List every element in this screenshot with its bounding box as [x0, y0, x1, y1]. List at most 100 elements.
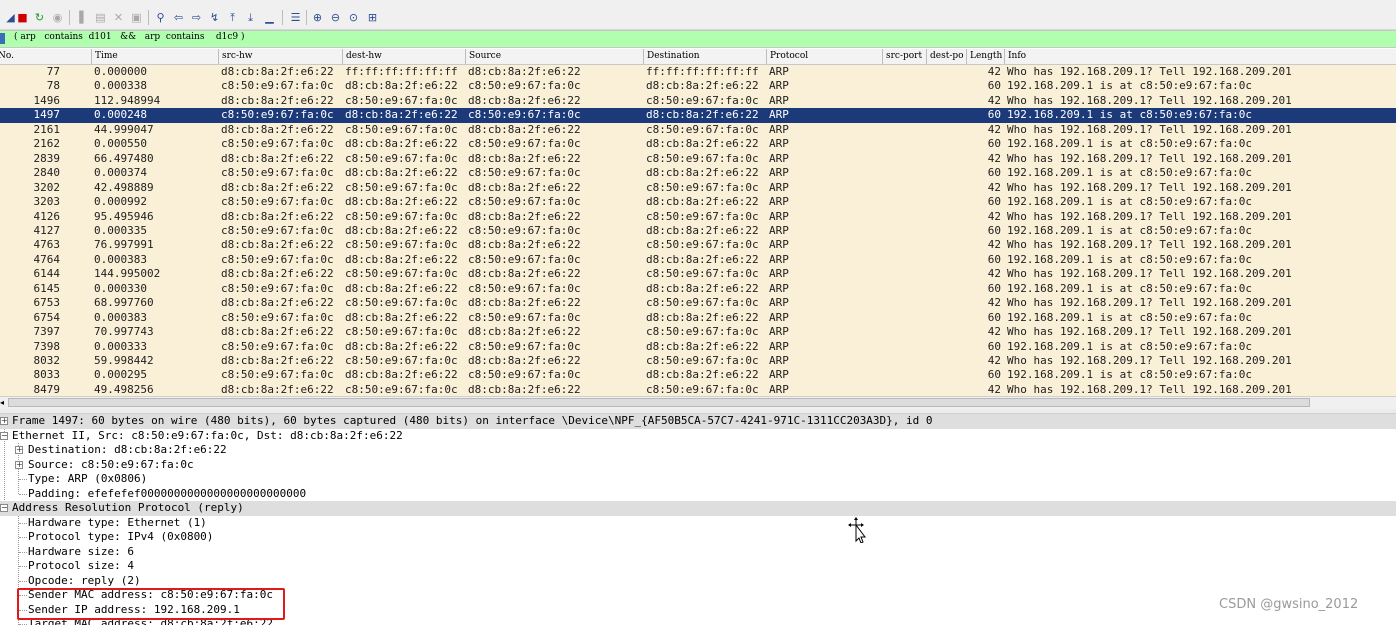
expand-icon[interactable]: + [0, 417, 8, 425]
cell-length: 42 [987, 238, 1001, 252]
packet-row[interactable]: 2840 0.000374 c8:50:e9:67:fa:0c d8:cb:8a:2f… [0, 166, 1396, 181]
tree-guide [19, 551, 27, 553]
zoom-out-icon[interactable]: ⊖ [328, 10, 343, 25]
scroll-left-icon[interactable]: ◂ [0, 397, 7, 408]
expand-icon[interactable]: + [15, 460, 23, 469]
cell-source: c8:50:e9:67:fa:0c [468, 137, 581, 151]
packet-row[interactable]: 2839 66.497480 d8:cb:8a:2f:e6:22 c8:50:e9:6… [0, 152, 1396, 167]
display-filter-input[interactable]: ( arp contains d101 && arp contains d1c9… [14, 32, 245, 42]
options-icon[interactable]: ◉ [50, 10, 65, 25]
column-header-destination[interactable]: Destination [643, 49, 766, 64]
packet-row[interactable]: 8479 49.498256 d8:cb:8a:2f:e6:22 c8:50:e9:6… [0, 383, 1396, 396]
back-icon[interactable]: ⇦ [171, 10, 186, 25]
cell-protocol: ARP [769, 79, 789, 93]
packet-row[interactable]: 1496 112.948994 d8:cb:8a:2f:e6:22 c8:50:e9:… [0, 94, 1396, 109]
detail-arp-hw-size[interactable]: Hardware size: 6 [0, 545, 1396, 560]
cell-length: 60 [987, 137, 1001, 151]
detail-ethernet-text: Ethernet II, Src: c8:50:e9:67:fa:0c, Dst… [12, 428, 403, 442]
zoom-normal-icon[interactable]: ⊙ [346, 10, 361, 25]
column-header-dest-hw[interactable]: dest-hw [342, 49, 465, 64]
packet-row[interactable]: 7397 70.997743 d8:cb:8a:2f:e6:22 c8:50:e9:6… [0, 325, 1396, 340]
cell-src-hw: d8:cb:8a:2f:e6:22 [221, 122, 334, 136]
collapse-icon[interactable]: − [0, 431, 8, 440]
column-header-source[interactable]: Source [465, 49, 643, 64]
reload-icon[interactable]: ▣ [129, 10, 144, 25]
cell-time: 66.497480 [94, 151, 154, 165]
stop-icon[interactable]: ■ [15, 10, 30, 25]
display-filter-bar[interactable]: ( arp contains d101 && arp contains d1c9… [0, 30, 1396, 48]
packet-row[interactable]: 77 0.000000 d8:cb:8a:2f:e6:22 ff:ff:ff:ff:f… [0, 65, 1396, 80]
cell-info: 192.168.209.1 is at c8:50:e9:67:fa:0c [1007, 223, 1253, 237]
cell-length: 60 [987, 368, 1001, 382]
expand-icon[interactable]: + [15, 446, 23, 454]
open-icon[interactable]: ▌ [76, 10, 91, 25]
packet-list-hscrollbar[interactable]: ◂ [0, 396, 1396, 409]
collapse-icon[interactable]: − [0, 504, 8, 512]
packet-row[interactable]: 8033 0.000295 c8:50:e9:67:fa:0c d8:cb:8a:2f… [0, 368, 1396, 383]
packet-row[interactable]: 3202 42.498889 d8:cb:8a:2f:e6:22 c8:50:e9:6… [0, 181, 1396, 196]
detail-ethernet[interactable]: − Ethernet II, Src: c8:50:e9:67:fa:0c, D… [0, 429, 1396, 444]
packet-row[interactable]: 6754 0.000383 c8:50:e9:67:fa:0c d8:cb:8a:2f… [0, 311, 1396, 326]
detail-arp-proto-type[interactable]: Protocol type: IPv4 (0x0800) [0, 530, 1396, 545]
detail-eth-type[interactable]: Type: ARP (0x0806) [0, 472, 1396, 487]
cell-time: 0.000374 [94, 166, 147, 180]
cell-time: 0.000383 [94, 310, 147, 324]
detail-arp-opcode[interactable]: Opcode: reply (2) [0, 574, 1396, 589]
detail-arp-proto-size[interactable]: Protocol size: 4 [0, 559, 1396, 574]
cell-destination: c8:50:e9:67:fa:0c [646, 238, 759, 252]
packet-row[interactable]: 78 0.000338 c8:50:e9:67:fa:0c d8:cb:8a:2f:e… [0, 79, 1396, 94]
detail-arp-hw-size-text: Hardware size: 6 [28, 544, 134, 558]
packet-row[interactable]: 1497 0.000248 c8:50:e9:67:fa:0c d8:cb:8a:2f… [0, 108, 1396, 123]
column-header-src-hw[interactable]: src-hw [218, 49, 342, 64]
column-header-time[interactable]: Time [91, 49, 218, 64]
cell-info: 192.168.209.1 is at c8:50:e9:67:fa:0c [1007, 281, 1253, 295]
detail-eth-source[interactable]: + Source: c8:50:e9:67:fa:0c [0, 458, 1396, 473]
save-icon[interactable]: ▤ [93, 10, 108, 25]
zoom-in-icon[interactable]: ⊕ [310, 10, 325, 25]
detail-eth-padding[interactable]: Padding: efefefef00000000000000000000000… [0, 487, 1396, 502]
packet-row[interactable]: 6145 0.000330 c8:50:e9:67:fa:0c d8:cb:8a:2f… [0, 282, 1396, 297]
cell-destination: d8:cb:8a:2f:e6:22 [646, 281, 759, 295]
column-header-protocol[interactable]: Protocol [766, 49, 882, 64]
packet-row[interactable]: 6144 144.995002 d8:cb:8a:2f:e6:22 c8:50:e9:… [0, 267, 1396, 282]
cell-protocol: ARP [769, 296, 789, 310]
packet-row[interactable]: 4126 95.495946 d8:cb:8a:2f:e6:22 c8:50:e9:6… [0, 210, 1396, 225]
resize-columns-icon[interactable]: ⊞ [365, 10, 380, 25]
cell-length: 60 [987, 252, 1001, 266]
packet-row[interactable]: 4127 0.000335 c8:50:e9:67:fa:0c d8:cb:8a:2f… [0, 224, 1396, 239]
column-header-src-port[interactable]: src-port [882, 49, 926, 64]
find-icon[interactable]: ⚲ [153, 10, 168, 25]
colorize-icon[interactable]: ☰ [288, 10, 303, 25]
first-icon[interactable]: ⤒ [225, 10, 240, 25]
cell-time: 0.000550 [94, 137, 147, 151]
packet-row[interactable]: 2161 44.999047 d8:cb:8a:2f:e6:22 c8:50:e9:6… [0, 123, 1396, 138]
autoscroll-icon[interactable]: ▁ [262, 10, 277, 25]
forward-icon[interactable]: ⇨ [189, 10, 204, 25]
detail-eth-source-text: Source: c8:50:e9:67:fa:0c [28, 457, 194, 471]
detail-arp-hw-type[interactable]: Hardware type: Ethernet (1) [0, 516, 1396, 531]
column-header-info[interactable]: Info [1004, 49, 1396, 64]
restart-icon[interactable]: ↻ [32, 10, 47, 25]
detail-arp[interactable]: − Address Resolution Protocol (reply) [0, 501, 1396, 516]
last-icon[interactable]: ⤓ [243, 10, 258, 25]
cell-protocol: ARP [769, 151, 789, 165]
packet-row[interactable]: 6753 68.997760 d8:cb:8a:2f:e6:22 c8:50:e9:6… [0, 296, 1396, 311]
column-header-dest-port[interactable]: dest-po [926, 49, 966, 64]
column-header-no[interactable]: No. [0, 49, 91, 64]
detail-eth-destination[interactable]: + Destination: d8:cb:8a:2f:e6:22 [0, 443, 1396, 458]
cell-length: 42 [987, 296, 1001, 310]
packet-row[interactable]: 7398 0.000333 c8:50:e9:67:fa:0c d8:cb:8a:2f… [0, 340, 1396, 355]
packet-row[interactable]: 8032 59.998442 d8:cb:8a:2f:e6:22 c8:50:e9:6… [0, 354, 1396, 369]
bookmark-icon[interactable] [0, 33, 5, 44]
scrollbar-thumb[interactable] [8, 398, 1310, 407]
cell-length: 42 [987, 65, 1001, 78]
packet-row[interactable]: 2162 0.000550 c8:50:e9:67:fa:0c d8:cb:8a:2f… [0, 137, 1396, 152]
cell-src-hw: d8:cb:8a:2f:e6:22 [221, 209, 334, 223]
packet-row[interactable]: 4764 0.000383 c8:50:e9:67:fa:0c d8:cb:8a:2f… [0, 253, 1396, 268]
goto-icon[interactable]: ↯ [207, 10, 222, 25]
packet-row[interactable]: 4763 76.997991 d8:cb:8a:2f:e6:22 c8:50:e9:6… [0, 238, 1396, 253]
packet-row[interactable]: 3203 0.000992 c8:50:e9:67:fa:0c d8:cb:8a:2f… [0, 195, 1396, 210]
detail-frame[interactable]: + Frame 1497: 60 bytes on wire (480 bits… [0, 414, 1396, 429]
column-header-length[interactable]: Length [966, 49, 1004, 64]
close-icon[interactable]: ✕ [111, 10, 126, 25]
